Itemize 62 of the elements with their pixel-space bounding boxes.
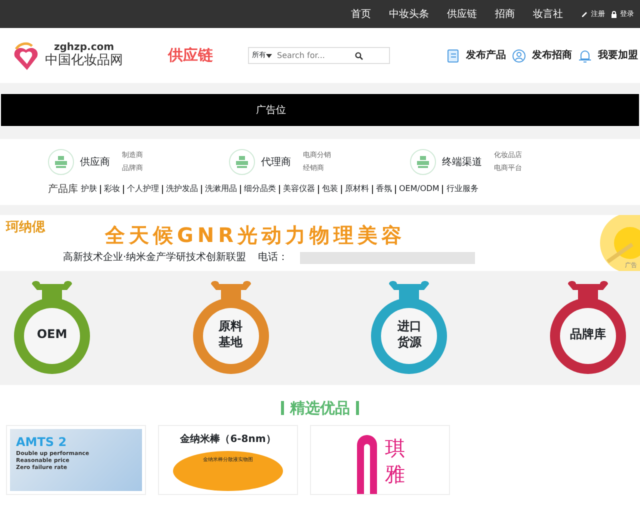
product-title: 金纳米棒（6-8nm）	[180, 432, 276, 448]
section-title: 供应链	[168, 45, 213, 66]
nav-link[interactable]: 妆言社	[533, 6, 563, 22]
logo-character: 琪	[385, 435, 405, 462]
pencil-icon	[581, 10, 588, 18]
separator	[372, 184, 373, 194]
category-title[interactable]: 代理商	[261, 154, 291, 170]
separator	[201, 184, 202, 194]
document-icon	[446, 48, 460, 62]
library-link[interactable]: 护肤	[81, 183, 97, 196]
separator	[100, 184, 101, 194]
product-model: AMTS 2	[16, 434, 68, 450]
library-link[interactable]: 美容仪器	[283, 183, 315, 196]
phone-label: 电话：	[258, 250, 288, 266]
library-link[interactable]: 原材料	[345, 183, 369, 196]
caret-icon	[266, 54, 272, 58]
action-link[interactable]: 发布产品	[446, 48, 506, 63]
nav-link[interactable]: 首页	[351, 6, 371, 22]
lock-icon	[611, 10, 617, 18]
library-link[interactable]: 彩妆	[104, 183, 120, 196]
nav-link[interactable]: 招商	[495, 6, 515, 22]
section-heading: 精选优品	[290, 398, 350, 419]
separator	[395, 184, 396, 194]
logo-character: 雅	[385, 461, 405, 488]
site-name: 中国化妆品网	[45, 53, 123, 69]
library-link[interactable]: 包装	[322, 183, 338, 196]
library-link[interactable]: OEM/ODM	[399, 183, 440, 196]
title-bar	[281, 400, 284, 415]
bell-icon	[578, 48, 592, 62]
action-link[interactable]: 我要加盟	[578, 48, 638, 63]
product-card[interactable]: 琪 雅	[310, 425, 450, 496]
separator	[162, 184, 163, 194]
title-bar	[356, 400, 359, 415]
library-link[interactable]: 洗漱用品	[205, 183, 237, 196]
separator	[341, 184, 342, 194]
action-link[interactable]: 发布招商	[512, 48, 572, 63]
library-link[interactable]: 行业服务	[446, 183, 478, 196]
boxes-icon	[48, 149, 74, 176]
category-title[interactable]: 供应商	[80, 154, 110, 170]
user-icon	[512, 48, 526, 62]
nav-link[interactable]: 中妆头条	[389, 6, 429, 22]
library-link[interactable]: 细分品类	[244, 183, 276, 196]
separator	[318, 184, 319, 194]
separator	[123, 184, 124, 194]
library-link[interactable]: 洗护发品	[166, 183, 198, 196]
banner-tagline: 高新技术企业·纳米金产学研技术创新联盟	[63, 250, 246, 266]
boxes-icon	[229, 149, 255, 176]
library-label: 产品库	[48, 182, 78, 197]
category-title[interactable]: 终端渠道	[442, 154, 482, 170]
separator	[279, 184, 280, 194]
brand-mark: 珂纳偲	[6, 218, 45, 237]
logo-mark	[355, 435, 379, 494]
nav-link[interactable]: 供应链	[447, 6, 477, 22]
library-link[interactable]: 香氛	[376, 183, 392, 196]
site-domain: zghzp.com	[54, 42, 114, 54]
library-link[interactable]: 个人护理	[127, 183, 159, 196]
banner-headline: 全天候GNR光动力物理美容	[105, 222, 407, 250]
ad-slot-label: 广告位	[256, 104, 286, 118]
boxes-icon	[410, 149, 436, 176]
separator	[442, 184, 444, 194]
separator	[240, 184, 241, 194]
search-icon[interactable]	[355, 52, 363, 60]
